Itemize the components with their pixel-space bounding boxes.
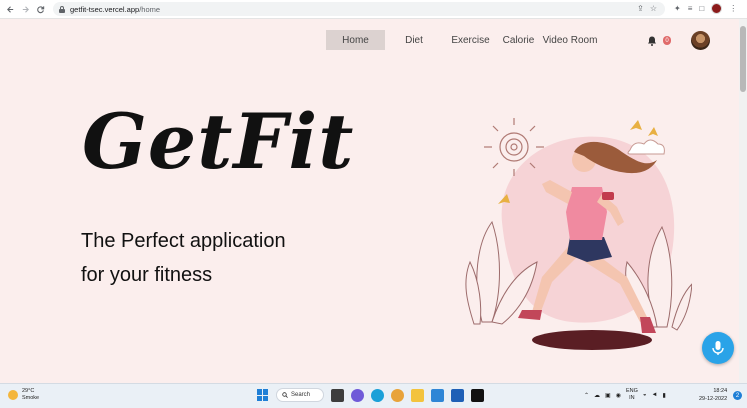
browser-toolbar: getfit-tsec.vercel.app/home ⇪ ☆ ✦ ≡ □ ⋮ (0, 0, 747, 19)
tray-cloud-icon[interactable]: ☁ (594, 392, 600, 399)
profile-avatar[interactable] (711, 3, 723, 14)
clock-date: 29-12-2022 (699, 396, 728, 402)
nav-video-room[interactable]: Video Room (539, 30, 601, 50)
reload-icon[interactable] (33, 2, 48, 17)
main-nav: Home Diet Exercise Calorie Video Room (326, 30, 601, 50)
wifi-icon[interactable]: ◒ (643, 392, 647, 398)
volume-icon[interactable]: ◄ (652, 392, 658, 398)
sidepanel-icon[interactable]: □ (699, 4, 704, 13)
tray-camera-icon[interactable]: ▣ (605, 392, 611, 399)
word-icon[interactable] (451, 388, 464, 402)
nav-home[interactable]: Home (326, 30, 385, 50)
search-label: Search (291, 392, 311, 398)
search-icon (282, 392, 288, 398)
nav-exercise[interactable]: Exercise (443, 30, 498, 50)
os-taskbar: 29°C Smoke Search ⌃ ☁ ▣ ◉ ENG IN ◒ ◄ ▮ 1… (0, 383, 747, 408)
clock-time: 18:24 (713, 388, 728, 394)
taskbar-clock[interactable]: 18:24 29-12-2022 (699, 387, 727, 403)
battery-icon[interactable]: ▮ (662, 392, 665, 399)
runner-illustration (465, 118, 692, 350)
hero-title: GetFit (82, 97, 355, 186)
forward-icon[interactable] (18, 2, 33, 17)
notification-center-badge[interactable]: 2 (733, 391, 742, 400)
weather-temp: 29°C (22, 388, 35, 394)
lock-icon (59, 5, 65, 13)
tray-record-icon[interactable]: ◉ (616, 392, 621, 399)
weather-desc: Smoke (22, 395, 40, 401)
share-icon[interactable]: ⇪ (637, 4, 644, 13)
tray-chevron-icon[interactable]: ⌃ (584, 392, 589, 399)
tagline-line-2: for your fitness (81, 264, 213, 286)
address-bar[interactable]: getfit-tsec.vercel.app/home ⇪ ☆ (53, 2, 665, 16)
nav-calorie[interactable]: Calorie (498, 30, 539, 50)
media-icon[interactable]: ≡ (688, 4, 693, 13)
terminal-icon[interactable] (471, 388, 484, 402)
nav-diet[interactable]: Diet (385, 30, 443, 50)
back-icon[interactable] (3, 2, 18, 17)
task-view-icon[interactable] (331, 388, 344, 402)
taskbar-search[interactable]: Search (276, 388, 324, 402)
weather-widget[interactable]: 29°C Smoke (8, 388, 39, 402)
tagline-line-1: The Perfect application (81, 230, 286, 252)
chat-icon[interactable] (351, 388, 364, 402)
windows-icon[interactable] (257, 389, 269, 401)
mic-icon (712, 341, 724, 355)
edge-icon[interactable] (371, 388, 384, 402)
vscode-icon[interactable] (431, 388, 444, 402)
extension-icon[interactable]: ✦ (674, 4, 681, 13)
language-indicator[interactable]: ENG IN (626, 388, 638, 402)
notification-badge: 0 (663, 36, 671, 45)
star-icon[interactable]: ☆ (650, 4, 657, 13)
file-explorer-icon[interactable] (411, 388, 424, 402)
scrollbar-thumb[interactable] (740, 26, 746, 92)
menu-icon[interactable]: ⋮ (729, 4, 737, 13)
weather-sun-icon (8, 390, 18, 400)
user-avatar[interactable] (691, 31, 710, 50)
bell-icon[interactable] (646, 34, 658, 46)
voice-assistant-button[interactable] (702, 332, 734, 364)
url-text: getfit-tsec.vercel.app/home (70, 4, 161, 14)
chrome-icon[interactable] (391, 388, 404, 402)
